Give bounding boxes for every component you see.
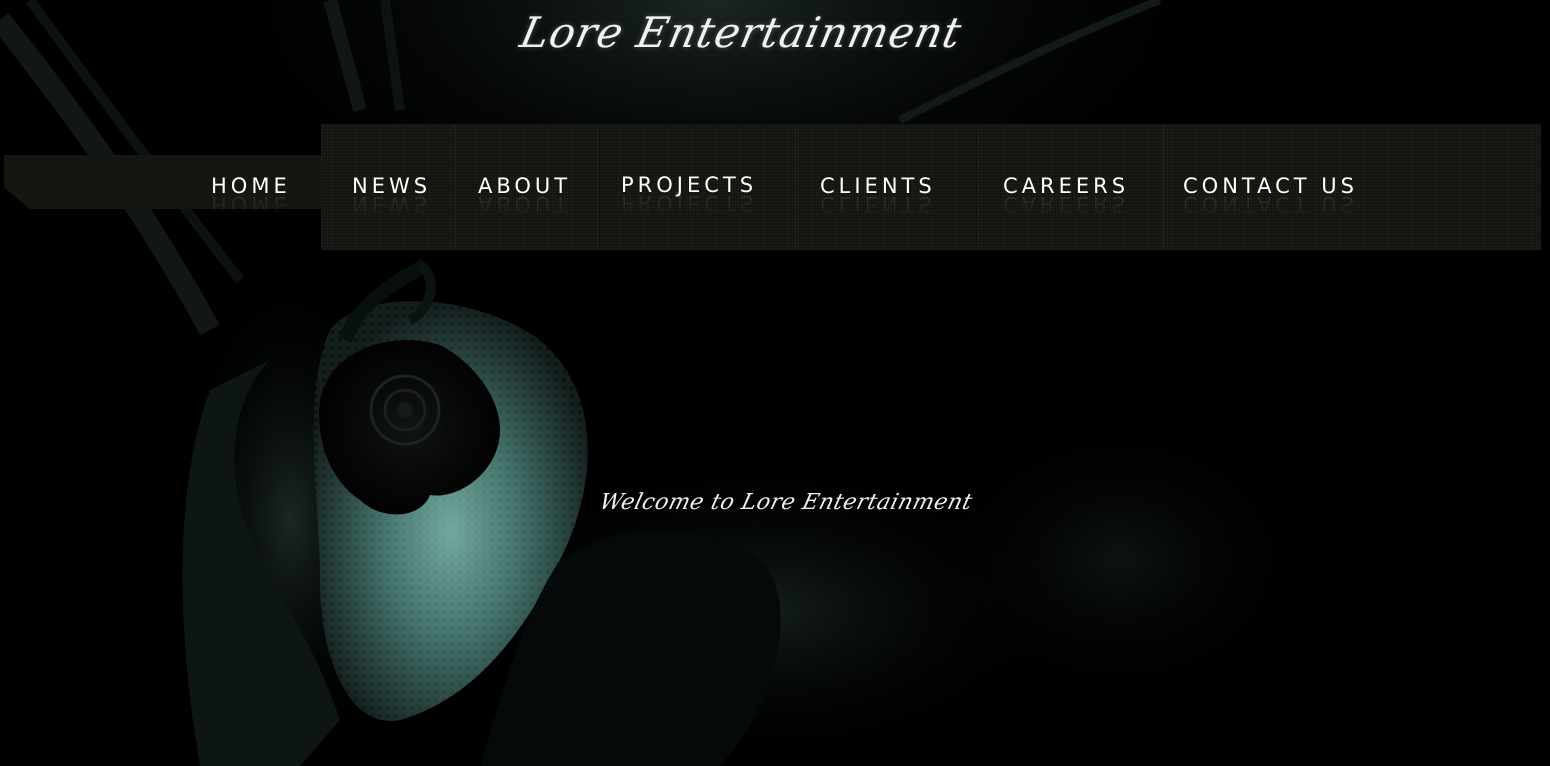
nav-divider: [455, 124, 456, 250]
nav-item-reflection: NEWS: [352, 192, 432, 216]
nav-divider: [1163, 124, 1164, 250]
nav-item-contact[interactable]: CONTACT US CONTACT US: [1183, 172, 1358, 232]
nav-item-reflection: CONTACT US: [1183, 192, 1358, 216]
nav-item-reflection: ABOUT: [478, 192, 572, 216]
nav-item-home[interactable]: HOME HOME: [211, 172, 291, 232]
nav-item-about[interactable]: ABOUT ABOUT: [478, 172, 571, 232]
nav-item-reflection: PROJECTS: [621, 191, 758, 215]
nav-divider: [597, 124, 598, 250]
site-logo[interactable]: Lore Entertainment: [514, 8, 966, 68]
nav-item-reflection: CAREERS: [1003, 192, 1130, 216]
nav-item-news[interactable]: NEWS NEWS: [352, 172, 431, 232]
nav-item-careers[interactable]: CAREERS CAREERS: [1003, 172, 1129, 232]
welcome-heading: Welcome to Lore Entertainment: [596, 490, 976, 515]
nav-divider: [978, 124, 979, 250]
nav-divider: [795, 124, 796, 250]
page: Lore Entertainment HOME HOME NEWS NEWS A…: [0, 0, 1550, 766]
nav-item-clients[interactable]: CLIENTS CLIENTS: [820, 172, 936, 232]
hero-background-image: [0, 0, 1550, 766]
nav-item-reflection: HOME: [211, 192, 291, 216]
nav-item-projects[interactable]: PROJECTS PROJECTS: [621, 171, 757, 231]
nav-item-reflection: CLIENTS: [820, 192, 936, 216]
